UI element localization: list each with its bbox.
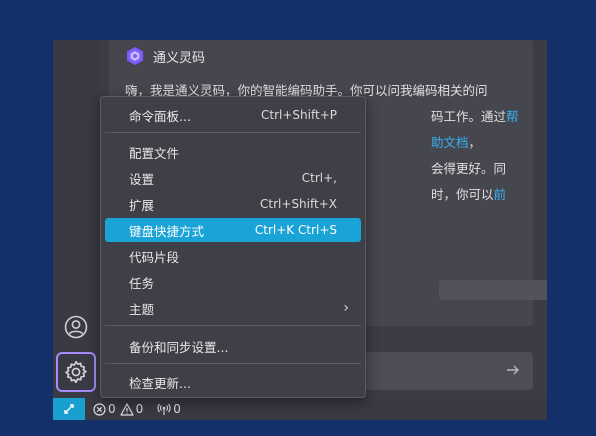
- menu-separator: [105, 132, 361, 133]
- menu-item-command-palette[interactable]: 命令面板... Ctrl+Shift+P: [105, 103, 361, 127]
- warning-icon: [120, 402, 134, 416]
- send-button[interactable]: [503, 360, 523, 380]
- error-icon: [93, 402, 106, 416]
- activity-bar: [53, 40, 99, 398]
- chat-title: 通义灵码: [153, 50, 206, 66]
- menu-item-label: 扩展: [129, 197, 155, 213]
- menu-item-backup-sync[interactable]: 备份和同步设置...: [105, 334, 361, 358]
- warning-count: 0: [135, 402, 144, 416]
- menu-item-label: 键盘快捷方式: [129, 223, 205, 239]
- menu-item-shortcut: Ctrl+Shift+P: [261, 108, 337, 122]
- menu-separator: [105, 363, 361, 364]
- arrow-right-icon: [507, 365, 519, 375]
- menu-item-label: 配置文件: [129, 145, 180, 161]
- menu-item-label: 代码片段: [129, 249, 180, 265]
- remote-icon: [64, 404, 74, 414]
- menu-item-label: 设置: [129, 171, 155, 187]
- account-button[interactable]: [57, 308, 95, 346]
- ports-indicator[interactable]: 0: [157, 402, 181, 416]
- loading-placeholder: [439, 280, 547, 300]
- menu-item-keyboard-shortcuts[interactable]: 键盘快捷方式 Ctrl+K Ctrl+S: [105, 218, 361, 242]
- menu-item-shortcut: Ctrl+Shift+X: [260, 197, 337, 211]
- menu-item-label: 任务: [129, 275, 155, 291]
- menu-item-label: 备份和同步设置...: [129, 339, 229, 355]
- broadcast-icon: [157, 403, 171, 415]
- menu-item-settings[interactable]: 设置 Ctrl+,: [105, 166, 361, 190]
- menu-separator: [105, 325, 361, 326]
- error-count: 0: [108, 402, 116, 416]
- gear-icon: [65, 360, 87, 384]
- welcome-line-2-text: 码工作。通过: [431, 109, 507, 124]
- menu-item-tasks[interactable]: 任务: [105, 270, 361, 294]
- menu-item-shortcut: Ctrl+K Ctrl+S: [254, 223, 337, 237]
- menu-item-snippets[interactable]: 代码片段: [105, 244, 361, 268]
- status-bar: 0 0 0: [53, 398, 547, 420]
- account-icon: [64, 315, 88, 339]
- menu-item-check-updates[interactable]: 检查更新...: [105, 370, 361, 394]
- menu-item-profiles[interactable]: 配置文件: [105, 140, 361, 164]
- problems-indicator[interactable]: 0 0: [93, 402, 143, 416]
- front-link[interactable]: 前: [494, 187, 507, 202]
- remote-button[interactable]: [53, 398, 85, 420]
- menu-item-shortcut: Ctrl+,: [301, 171, 337, 185]
- settings-button[interactable]: [56, 352, 96, 392]
- ports-count: 0: [173, 402, 181, 416]
- tongyi-logo-icon: [127, 47, 143, 65]
- menu-item-extensions[interactable]: 扩展 Ctrl+Shift+X: [105, 192, 361, 216]
- menu-item-label: 命令面板...: [129, 108, 191, 124]
- chat-header: 通义灵码: [125, 44, 205, 68]
- welcome-line-2-end: ，: [468, 135, 482, 150]
- menu-item-label: 主题: [129, 301, 155, 317]
- menu-item-themes[interactable]: 主题 ›: [105, 296, 361, 320]
- menu-item-label: 检查更新...: [129, 375, 191, 391]
- chevron-right-icon: ›: [343, 300, 349, 316]
- settings-context-menu: 命令面板... Ctrl+Shift+P 配置文件 设置 Ctrl+, 扩展 C…: [100, 96, 366, 398]
